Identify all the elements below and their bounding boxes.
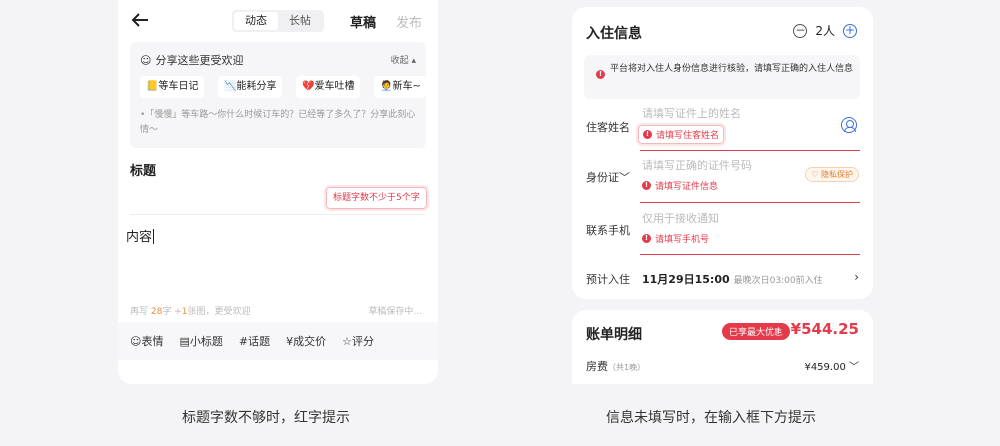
checkin-info-card: 入住信息 − 2人 + ! 平台将对入住人身份信息进行核验，请填写正确的入住人信… — [572, 7, 873, 299]
phone-underline — [640, 254, 860, 255]
saving-status: 草稿保存中... — [368, 307, 422, 317]
text-caret — [153, 229, 155, 244]
left-caption: 标题字数不够时，红字提示 — [182, 410, 350, 426]
draft-button[interactable]: 草稿 — [350, 12, 376, 31]
minus-icon[interactable]: − — [793, 23, 808, 38]
total-price: 共 ¥544.25 — [779, 320, 859, 338]
id-field[interactable]: 请填写正确的证件号码 — [642, 157, 752, 173]
back-arrow-icon[interactable] — [130, 10, 150, 30]
chevron-right-icon[interactable]: › — [854, 270, 859, 284]
warning-icon: ! — [596, 70, 605, 79]
topic-chip[interactable]: 💔爱车吐槽 — [296, 76, 361, 98]
contact-picker-icon[interactable] — [841, 117, 857, 133]
bill-card: 账单明细 已享最大优惠 共 ¥544.25 房费（共1晚） ¥459.00 ﹀ — [572, 310, 873, 384]
room-fee-toggle[interactable]: ¥459.00 ﹀ — [804, 358, 859, 373]
plus-icon[interactable]: + — [843, 23, 857, 38]
section-title: 入住信息 — [586, 26, 642, 42]
id-error: ! 请填写证件信息 — [642, 179, 718, 192]
notice-text: 平台将对入住人身份信息进行核验，请填写正确的入住人信息 — [610, 64, 854, 74]
content-text: 内容 — [126, 230, 153, 245]
topic-chip[interactable]: 📉能耗分享 — [218, 76, 283, 98]
phone-label: 联系手机 — [586, 224, 630, 237]
privacy-badge[interactable]: ♡ 隐私保护 — [805, 167, 859, 182]
error-icon: ! — [643, 130, 652, 139]
post-editor-screen: 动态 长帖 草稿 发布 ☺ 分享这些更受欢迎 收起 ▴ 📒等车日记 📉能耗分享 … — [118, 0, 438, 384]
id-error-text: 请填写证件信息 — [655, 182, 719, 192]
price-button[interactable]: ¥成交价 — [286, 333, 326, 349]
id-label: 身份证 — [586, 171, 619, 184]
stat-mid: 字 + — [162, 307, 182, 317]
emoji-button[interactable]: ☺表情 — [130, 333, 163, 349]
publish-button[interactable]: 发布 — [396, 12, 422, 31]
id-underline — [640, 202, 860, 203]
stat-chars: 28 — [150, 307, 163, 317]
topic-chip[interactable]: 🧑‍💼新车~ — [374, 76, 426, 98]
title-input[interactable]: 标题 — [130, 160, 156, 179]
name-label: 住客姓名 — [586, 121, 630, 134]
privacy-text: 隐私保护 — [821, 170, 853, 179]
share-title: 分享这些更受欢迎 — [155, 54, 244, 67]
stat-prefix: 再写 — [130, 307, 149, 317]
error-icon: ! — [642, 234, 651, 243]
tab-dynamic[interactable]: 动态 — [234, 12, 278, 30]
collapse-button[interactable]: 收起 ▴ — [391, 53, 416, 66]
guest-stepper: − 2人 + — [793, 22, 857, 39]
bill-title: 账单明细 — [586, 327, 642, 343]
checkin-time[interactable]: 11月29日15:00 最晚次日03:00前入住 — [642, 271, 823, 287]
smile-icon: ☺ — [140, 53, 152, 67]
phone-error: ! 请填写手机号 — [642, 232, 709, 245]
title-error-tip: 标题字数不少于5个字 — [324, 185, 429, 211]
content-input[interactable]: 内容 — [126, 226, 155, 245]
editor-toolbar: ☺表情 ▤小标题 #话题 ¥成交价 ☆评分 — [118, 322, 438, 360]
name-error-text: 请填写住客姓名 — [656, 131, 720, 141]
phone-field[interactable]: 仅用于接收通知 — [642, 210, 719, 226]
fee-label-text: 房费 — [586, 360, 608, 373]
divider — [130, 214, 426, 215]
post-type-switch: 动态 长帖 — [232, 10, 324, 32]
name-field[interactable]: 请填写证件上的姓名 — [642, 105, 741, 121]
subtitle-button[interactable]: ▤小标题 — [179, 333, 222, 349]
guest-count: 2人 — [815, 24, 835, 38]
right-caption: 信息未填写时，在输入框下方提示 — [606, 410, 816, 426]
total-value: ¥544.25 — [790, 320, 859, 338]
error-icon: ! — [642, 181, 651, 190]
phone-error-text: 请填写手机号 — [655, 235, 710, 245]
writing-stat: 再写 28字 +1张图，更受欢迎 — [130, 304, 251, 317]
tab-long-post[interactable]: 长帖 — [278, 12, 322, 30]
checkin-label: 预计入住 — [586, 273, 630, 286]
share-header: ☺ 分享这些更受欢迎 — [140, 52, 243, 68]
fee-value: ¥459.00 — [804, 362, 846, 373]
name-underline — [640, 150, 860, 151]
room-fee-label: 房费（共1晚） — [586, 358, 645, 374]
rating-button[interactable]: ☆评分 — [342, 333, 374, 349]
share-hint: •「慢慢」等车路～你什么时候订车的？已经等了多久了？分享此刻心情～ — [140, 110, 416, 135]
id-type-select[interactable]: 身份证﹀ — [586, 169, 630, 185]
total-prefix: 共 — [778, 326, 789, 337]
fee-note: （共1晚） — [608, 363, 646, 372]
topic-button[interactable]: #话题 — [239, 333, 270, 349]
share-suggestions: ☺ 分享这些更受欢迎 收起 ▴ 📒等车日记 📉能耗分享 💔爱车吐槽 🧑‍💼新车~… — [130, 42, 426, 148]
stat-suffix: 张图，更受欢迎 — [187, 307, 251, 317]
checkin-note: 最晚次日03:00前入住 — [733, 276, 823, 286]
topic-chip[interactable]: 📒等车日记 — [140, 76, 205, 98]
checkin-value: 11月29日15:00 — [642, 273, 730, 286]
verify-notice: ! 平台将对入住人身份信息进行核验，请填写正确的入住人信息 — [584, 55, 860, 99]
name-error: ! 请填写住客姓名 — [635, 123, 727, 146]
collapse-label: 收起 — [390, 56, 409, 66]
